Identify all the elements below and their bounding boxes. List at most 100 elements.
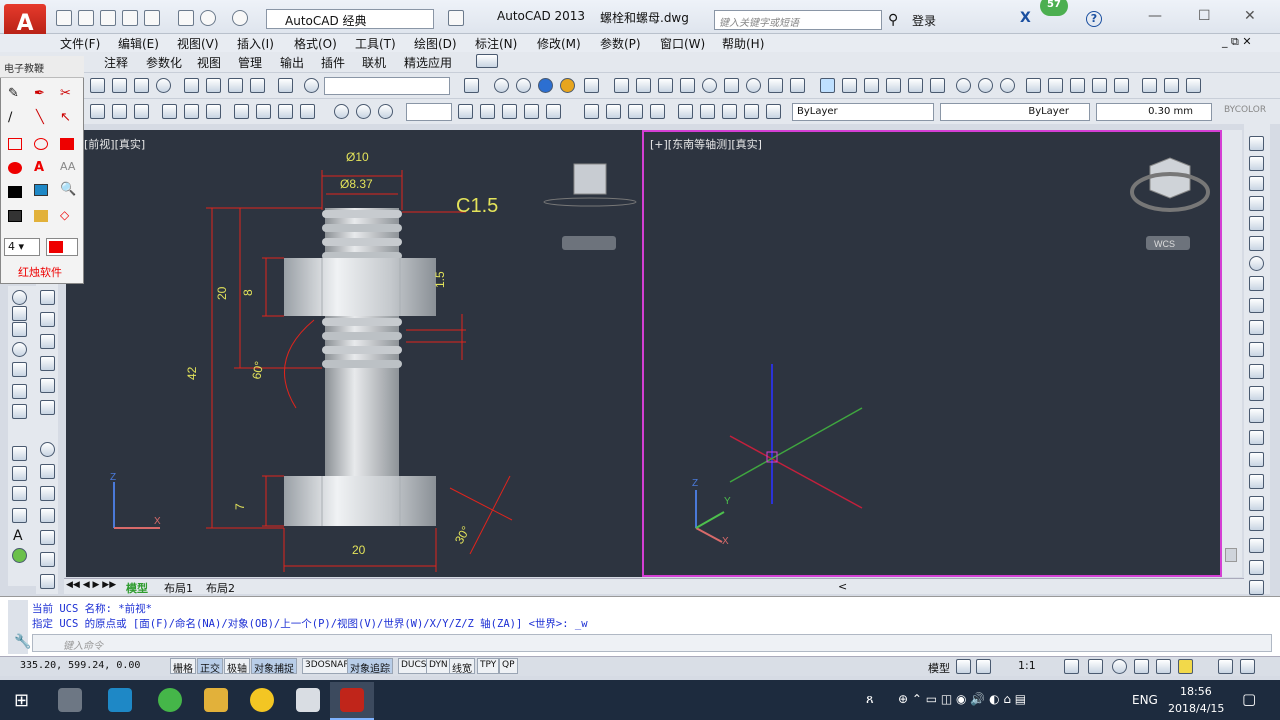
cylinder-icon[interactable]: [184, 78, 199, 93]
quick-view-layouts-icon[interactable]: [956, 659, 971, 674]
toggle-polar[interactable]: 极轴: [224, 658, 250, 675]
scale-icon[interactable]: [40, 464, 55, 479]
gradient-icon[interactable]: [12, 486, 27, 501]
ucs-icon[interactable]: [820, 78, 835, 93]
horizontal-scroll-left[interactable]: <: [838, 580, 847, 593]
workspace-settings-icon[interactable]: [448, 10, 464, 26]
layer-select[interactable]: [406, 103, 452, 121]
stretch-obj-icon[interactable]: [1249, 298, 1264, 313]
menu-help[interactable]: 帮助(H): [722, 35, 764, 52]
tab-model[interactable]: 模型: [126, 580, 148, 596]
wedge-icon[interactable]: [112, 78, 127, 93]
block-icon[interactable]: [584, 104, 599, 119]
break-icon[interactable]: [40, 552, 55, 567]
visual-style-wireframe-icon[interactable]: [494, 78, 509, 93]
zoom-icon[interactable]: [304, 78, 319, 93]
arrow-tool-icon[interactable]: ↖: [60, 110, 71, 125]
workspace-select[interactable]: AutoCAD 经典: [266, 9, 434, 29]
toggle-otrack[interactable]: 对象追踪: [347, 658, 393, 675]
ellipse-outline-tool-icon[interactable]: [34, 138, 48, 150]
annotation-scale[interactable]: 1:1: [1018, 659, 1036, 672]
quick-view-drawings-icon[interactable]: [976, 659, 991, 674]
dim-diameter-10[interactable]: Ø10: [346, 150, 369, 164]
status-menu-icon[interactable]: [1218, 659, 1233, 674]
align-right-icon[interactable]: [722, 104, 737, 119]
new-file-icon[interactable]: [56, 10, 72, 26]
text-tool-icon[interactable]: A: [34, 160, 44, 175]
rect-outline-tool-icon[interactable]: [8, 138, 22, 150]
command-input[interactable]: 键入命令: [32, 634, 1272, 652]
people-icon[interactable]: ጸ: [866, 692, 874, 707]
help-icon[interactable]: ?: [1086, 11, 1102, 27]
align-left-icon[interactable]: [678, 104, 693, 119]
layer-isolate-icon[interactable]: [502, 104, 517, 119]
ucs-face-icon[interactable]: [886, 78, 901, 93]
tab-plugins[interactable]: 插件: [321, 54, 345, 71]
group-icon[interactable]: [766, 104, 781, 119]
layer-previous-icon[interactable]: [458, 104, 473, 119]
copy-icon[interactable]: [40, 312, 55, 327]
lights-icon[interactable]: [1070, 78, 1085, 93]
array-icon[interactable]: [40, 378, 55, 393]
erase-icon[interactable]: [40, 290, 55, 305]
color-select[interactable]: ByLayer: [792, 103, 934, 121]
rounded-rect-icon[interactable]: [724, 78, 739, 93]
toggle-tpy[interactable]: TPY: [477, 658, 500, 674]
layer-freeze-icon[interactable]: [356, 104, 371, 119]
grid-stack-icon[interactable]: [768, 78, 783, 93]
layer-props-icon[interactable]: [1249, 560, 1264, 575]
workspace-switch-icon[interactable]: [1112, 659, 1127, 674]
stretch-icon[interactable]: [40, 486, 55, 501]
language-indicator[interactable]: ENG: [1132, 693, 1158, 707]
file-explorer-icon[interactable]: [204, 688, 228, 712]
dim-length-8[interactable]: 8: [241, 289, 255, 296]
isolate-objects-icon[interactable]: [1178, 659, 1193, 674]
make-block-icon[interactable]: [12, 404, 27, 419]
hex-nut[interactable]: [284, 258, 436, 316]
ucs-world-icon[interactable]: [842, 78, 857, 93]
pyramid-icon[interactable]: [228, 78, 243, 93]
fillet-icon[interactable]: [1249, 452, 1264, 467]
model-space-label[interactable]: 模型: [928, 660, 950, 676]
ellipse-arc-icon[interactable]: [12, 362, 27, 377]
dim-baseline-icon[interactable]: [256, 104, 271, 119]
rotate-obj-icon[interactable]: [1249, 256, 1264, 271]
dim-angle-60[interactable]: 60°: [249, 360, 266, 381]
mesh-icon[interactable]: [1186, 78, 1201, 93]
clean-screen-icon[interactable]: [1240, 659, 1255, 674]
box-icon[interactable]: [90, 78, 105, 93]
coordinates-readout[interactable]: 335.20, 599.24, 0.00: [20, 660, 140, 671]
visual-style-conceptual-icon[interactable]: [560, 78, 575, 93]
toggle-ortho[interactable]: 正交: [197, 658, 223, 675]
wcs-label[interactable]: WCS: [1154, 239, 1175, 249]
visual-style-hidden-icon[interactable]: [516, 78, 531, 93]
exchange-icon[interactable]: X: [1020, 10, 1031, 26]
ellipse-fill-tool-icon[interactable]: [8, 162, 22, 174]
dim-leader-icon[interactable]: [300, 104, 315, 119]
dim-chamfer[interactable]: C1.5: [456, 195, 498, 217]
mirror-icon[interactable]: [40, 334, 55, 349]
cut-icon[interactable]: [464, 78, 479, 93]
xref-icon[interactable]: [650, 104, 665, 119]
tab-annotate[interactable]: 注释: [104, 54, 128, 71]
toggle-osnap[interactable]: 对象捕捉: [251, 658, 297, 675]
attribute-icon[interactable]: [628, 104, 643, 119]
break-point-icon[interactable]: [1249, 364, 1264, 379]
toggle-ducs[interactable]: DUCS: [398, 658, 430, 674]
table-icon[interactable]: [12, 508, 27, 523]
dim-aligned-icon[interactable]: [112, 104, 127, 119]
percent-icon[interactable]: [1092, 78, 1107, 93]
menu-dimension[interactable]: 标注(N): [475, 35, 517, 52]
dim-arc-icon[interactable]: [134, 104, 149, 119]
torus-icon[interactable]: [206, 78, 221, 93]
menu-format[interactable]: 格式(O): [294, 35, 337, 52]
tab-view[interactable]: 视图: [197, 54, 221, 71]
menu-file[interactable]: 文件(F): [60, 35, 100, 52]
search-input[interactable]: 键入关键字或短语: [714, 10, 882, 30]
bolt-shank[interactable]: [325, 208, 399, 480]
maximize-icon[interactable]: ☐: [1198, 8, 1211, 24]
clock-date[interactable]: 2018/4/15: [1168, 702, 1224, 715]
render-icon[interactable]: [1026, 78, 1041, 93]
doc-window-controls[interactable]: _ ⧉ ✕: [1222, 35, 1252, 49]
menu-tools[interactable]: 工具(T): [355, 35, 396, 52]
